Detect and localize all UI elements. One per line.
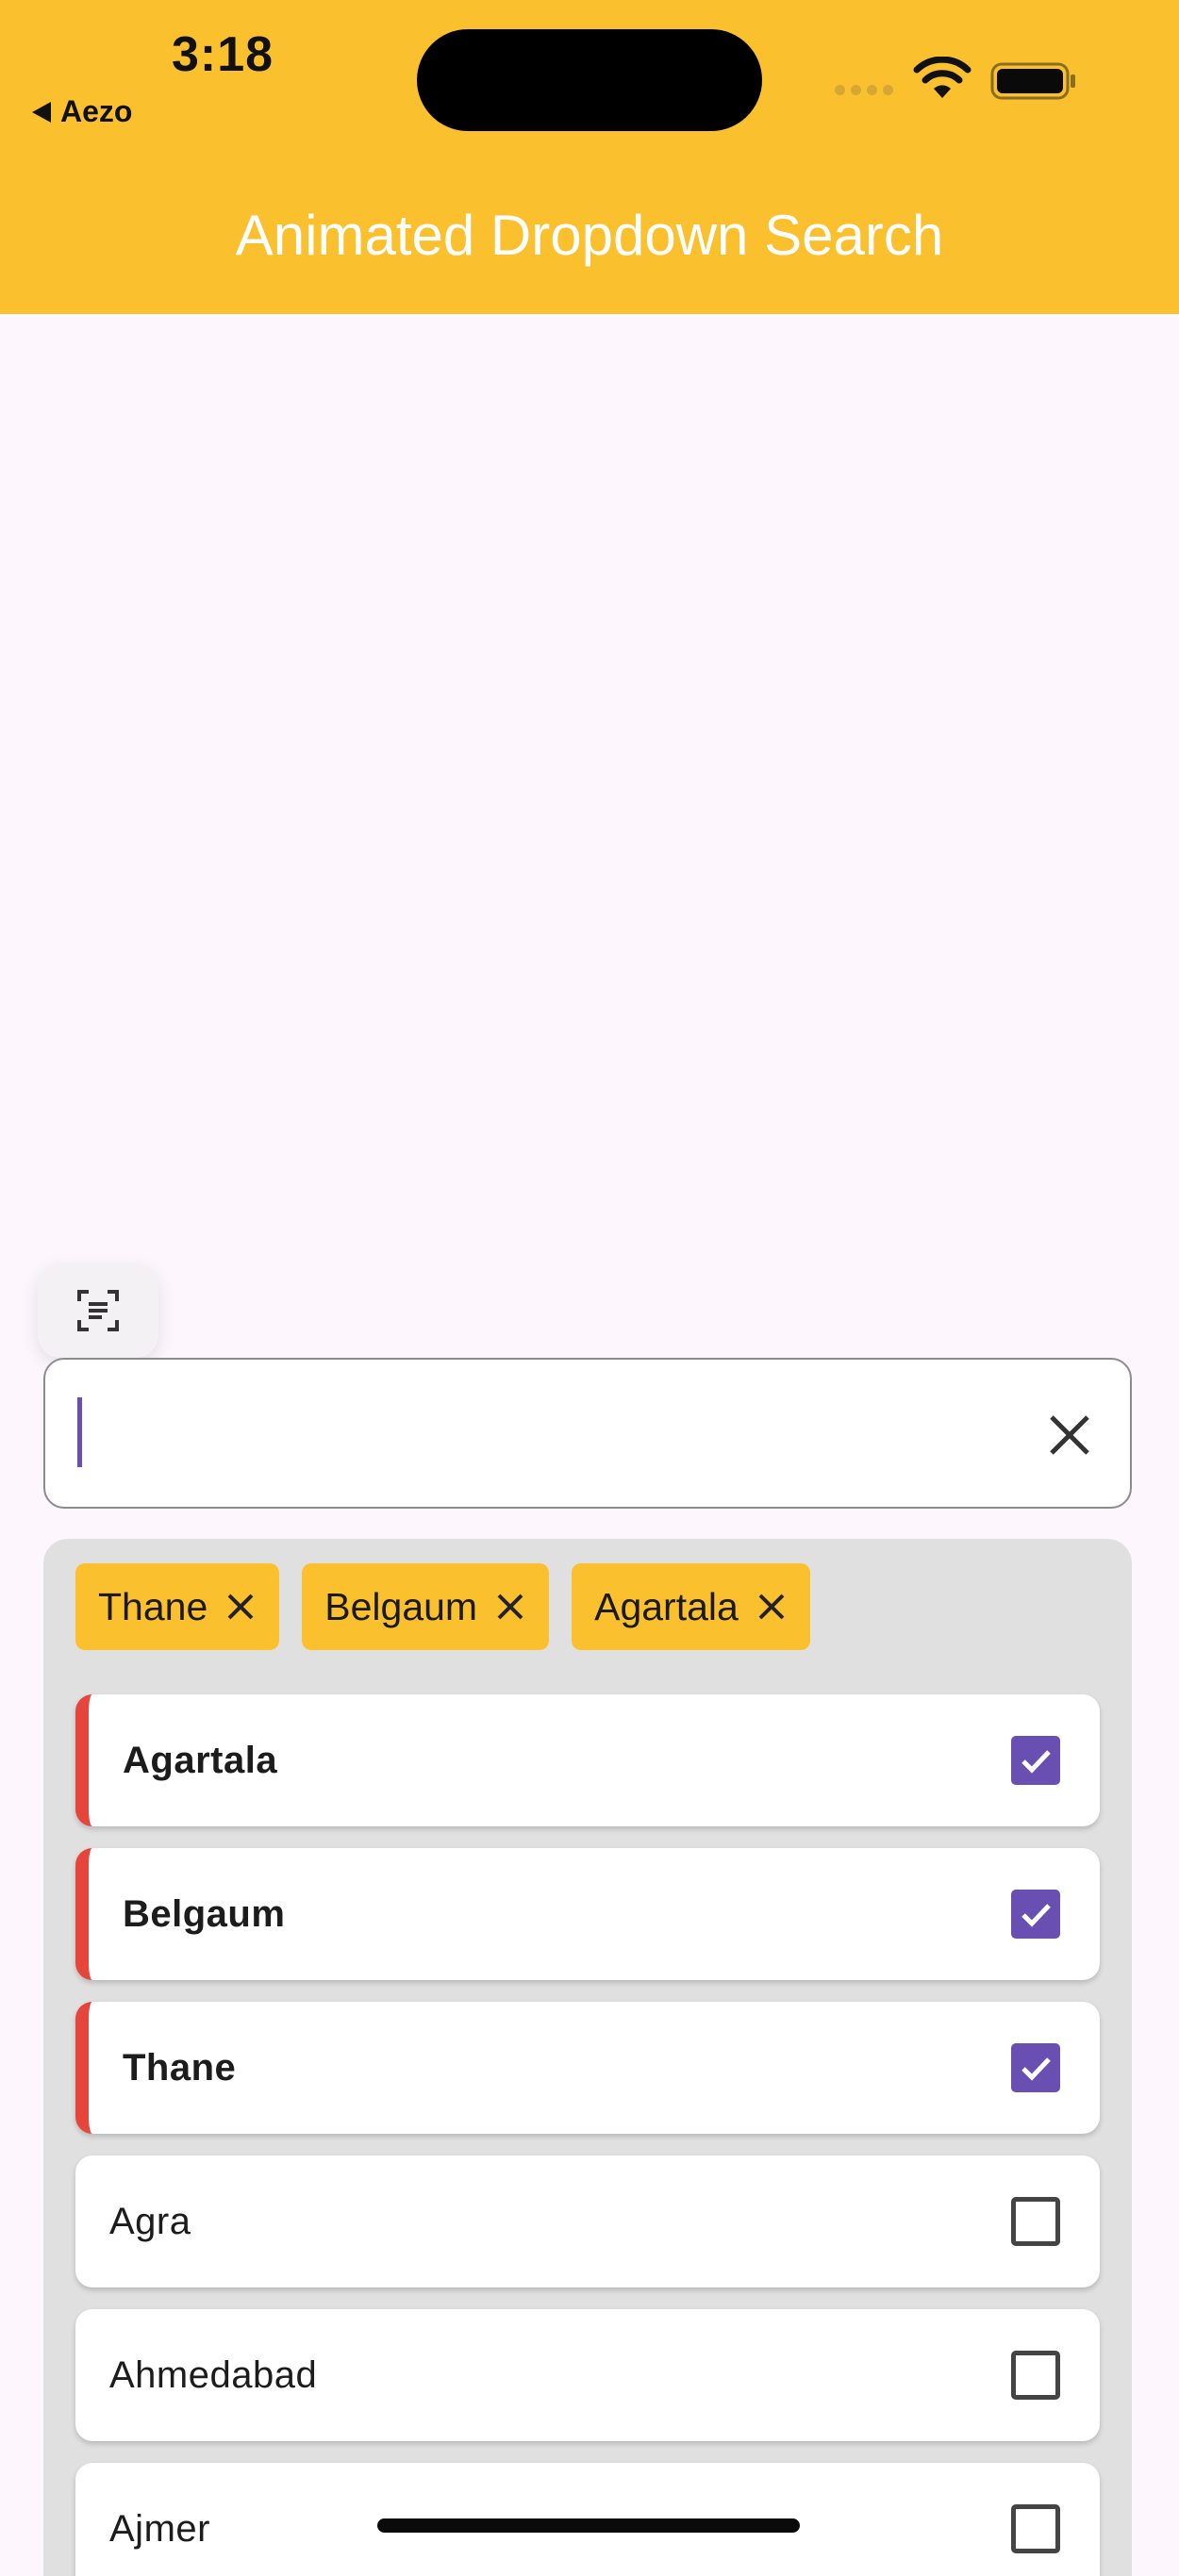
scan-text-button[interactable]	[38, 1263, 158, 1377]
cellular-signal-icon	[835, 85, 893, 95]
option-label: Agra	[109, 2200, 191, 2242]
list-item[interactable]: Thane	[75, 2002, 1100, 2134]
chip-label: Belgaum	[324, 1584, 478, 1628]
chip-belgaum: Belgaum	[302, 1563, 550, 1650]
checkbox-checked[interactable]	[1011, 1890, 1060, 1939]
close-icon	[1050, 1415, 1089, 1455]
check-icon	[1021, 1750, 1051, 1774]
close-icon	[758, 1593, 785, 1620]
option-label: Thane	[123, 2046, 237, 2089]
app-header: 3:18 Aezo Animated Dropdown Search	[0, 0, 1179, 314]
back-app-label: Aezo	[60, 94, 133, 128]
clear-search-button[interactable]	[1038, 1403, 1102, 1467]
chip-remove-button[interactable]	[224, 1591, 257, 1623]
search-field[interactable]	[43, 1358, 1132, 1509]
chip-label: Agartala	[594, 1584, 739, 1628]
list-item[interactable]: Ahmedabad	[75, 2309, 1100, 2441]
chip-remove-button[interactable]	[756, 1591, 788, 1623]
wifi-icon	[913, 57, 971, 98]
list-item[interactable]: Belgaum	[75, 1848, 1100, 1980]
back-to-app-button[interactable]: Aezo	[32, 94, 132, 129]
back-arrow-icon	[32, 101, 51, 123]
dropdown-panel: Thane Belgaum Agartala Agartala Belgaum …	[43, 1539, 1132, 2576]
checkbox-unchecked[interactable]	[1011, 2504, 1060, 2553]
list-item[interactable]: Agra	[75, 2155, 1100, 2287]
option-label: Ahmedabad	[109, 2353, 318, 2396]
checkbox-unchecked[interactable]	[1011, 2351, 1060, 2400]
check-icon	[1021, 1904, 1051, 1927]
status-time: 3:18	[172, 27, 274, 82]
battery-icon	[990, 62, 1075, 100]
dynamic-island	[417, 29, 762, 131]
option-label: Agartala	[123, 1739, 278, 1781]
list-item[interactable]: Agartala	[75, 1694, 1100, 1826]
selected-chips: Thane Belgaum Agartala	[75, 1563, 810, 1650]
checkbox-checked[interactable]	[1011, 1736, 1060, 1785]
search-input[interactable]	[77, 1379, 1021, 1488]
check-icon	[1021, 2057, 1051, 2081]
checkbox-unchecked[interactable]	[1011, 2197, 1060, 2246]
scan-text-icon	[77, 1290, 119, 1331]
chip-label: Thane	[98, 1584, 208, 1628]
chip-agartala: Agartala	[572, 1563, 810, 1650]
chip-remove-button[interactable]	[494, 1591, 526, 1623]
close-icon	[497, 1593, 523, 1620]
text-caret	[77, 1397, 82, 1467]
chip-thane: Thane	[75, 1563, 280, 1650]
option-label: Ajmer	[109, 2507, 210, 2550]
home-indicator[interactable]	[377, 2518, 800, 2533]
close-icon	[227, 1593, 254, 1620]
checkbox-checked[interactable]	[1011, 2043, 1060, 2092]
page-title: Animated Dropdown Search	[235, 204, 944, 267]
option-label: Belgaum	[123, 1892, 286, 1935]
